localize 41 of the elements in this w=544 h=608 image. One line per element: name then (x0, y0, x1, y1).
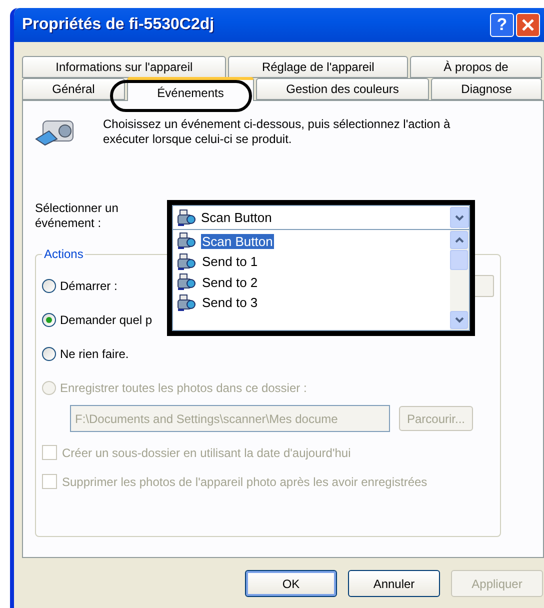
help-button[interactable]: ? (490, 13, 514, 37)
radio-label: Demander quel p (60, 313, 152, 327)
tab[interactable]: Diagnose (431, 78, 542, 100)
checkbox-label: Créer un sous-dossier en utilisant la date d'aujourd'hui (62, 446, 351, 460)
scanner-icon (177, 252, 197, 271)
radio-label: Enregistrer toutes les photos dans ce dossier : (60, 381, 307, 395)
scroll-up-icon (454, 237, 464, 243)
dialog-button[interactable]: OK (245, 570, 337, 597)
list-item[interactable]: Send to 3 (173, 292, 450, 313)
scrollbar-thumb[interactable] (450, 250, 468, 270)
event-dropdown[interactable]: Scan Button (172, 205, 470, 230)
chevron-down-icon (454, 317, 464, 323)
scanner-icon (177, 232, 197, 250)
scrollbar[interactable] (450, 230, 469, 330)
dialog-button[interactable]: Annuler (348, 570, 440, 597)
chevron-down-icon (455, 214, 464, 220)
scanner-icon (177, 208, 197, 226)
event-label: Sélectionner un événement : (35, 201, 120, 231)
tab[interactable]: Général (22, 78, 125, 100)
scanner-icon (177, 273, 197, 292)
tab[interactable]: À propos de (410, 56, 542, 78)
radio-button[interactable] (42, 279, 56, 293)
dropdown-button[interactable] (450, 207, 469, 228)
scanner-icon (177, 294, 197, 312)
close-icon (522, 19, 534, 31)
list-item[interactable]: Scan Button (173, 231, 450, 252)
list-item[interactable]: Send to 2 (173, 272, 450, 292)
window-title: Propriétés de fi-5530C2dj (22, 16, 216, 34)
close-button[interactable] (516, 13, 540, 37)
list-item[interactable]: Send to 1 (173, 252, 450, 272)
tab[interactable]: Gestion des couleurs (256, 78, 430, 100)
radio-label: Ne rien faire. (60, 347, 129, 361)
description-text: Choisissez un événement ci-dessous, puis sélectionnez l'action à exécuter lorsque celui-ci se produit. (103, 117, 452, 147)
radio-label: Démarrer : (60, 279, 118, 293)
dropdown-value: Scan Button (201, 210, 272, 225)
radio-button[interactable] (42, 313, 56, 327)
tab[interactable]: Informations sur l'appareil (22, 56, 226, 78)
radio-button[interactable] (42, 347, 56, 361)
group-title: Actions (43, 247, 84, 261)
checkbox-label: Supprimer les photos de l'appareil photo après les avoir enregistrées (62, 474, 428, 488)
tab[interactable]: Réglage de l'appareil (228, 56, 408, 78)
